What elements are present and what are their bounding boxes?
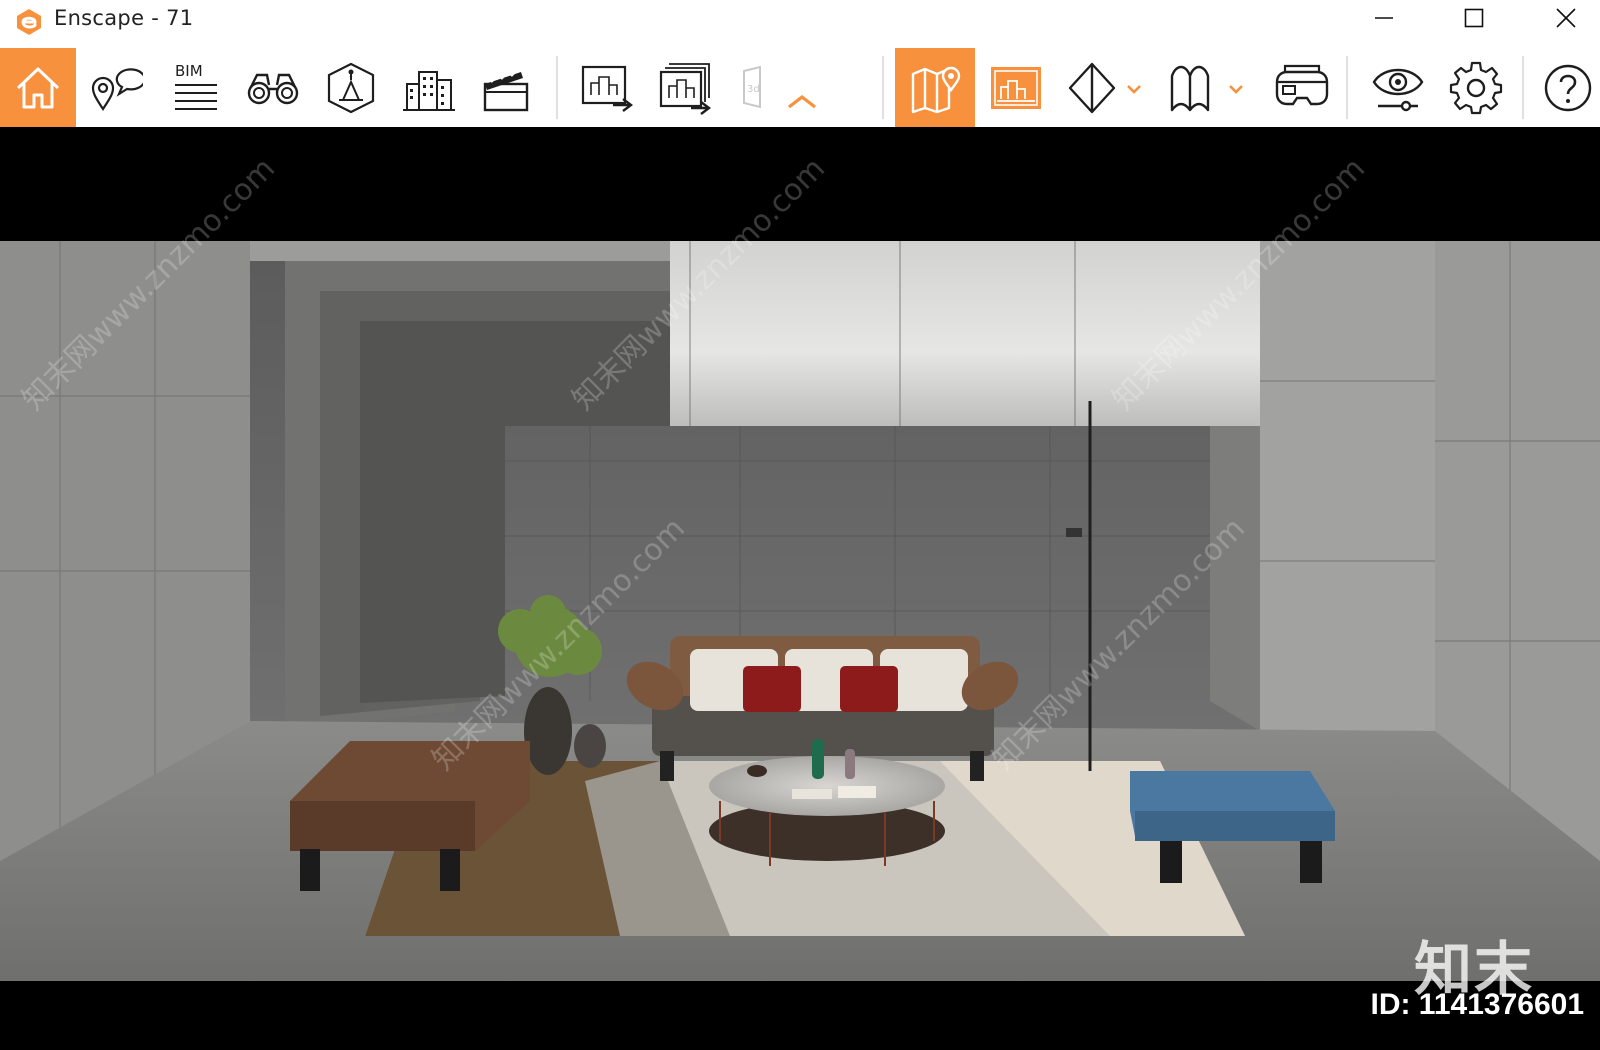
render-viewport[interactable]: 知末网www.znzmo.com 知末网www.znzmo.com 知末网www… <box>0 127 1600 1050</box>
location-chat-icon <box>91 67 143 111</box>
diamond-section-icon <box>1068 62 1141 113</box>
collapse-toolbar-button[interactable] <box>782 48 822 127</box>
views-button[interactable] <box>84 48 148 127</box>
toolbar-separator <box>1522 56 1524 119</box>
video-editor-button[interactable] <box>474 48 540 127</box>
bim-label: BIM <box>175 62 203 80</box>
buildings-icon <box>403 70 455 111</box>
settings-button[interactable] <box>1440 48 1512 127</box>
close-button[interactable] <box>1536 0 1596 36</box>
home-icon <box>16 67 60 108</box>
maximize-icon <box>1464 8 1484 28</box>
rendered-scene <box>0 241 1600 981</box>
map-button[interactable] <box>895 48 975 127</box>
main-toolbar: BIM 3d <box>0 48 1600 128</box>
title-bar: Enscape - 71 <box>0 0 1600 48</box>
export-3d-button[interactable]: 3d <box>734 48 772 127</box>
export-image-button[interactable] <box>574 48 642 127</box>
minimap-icon <box>991 66 1041 109</box>
minimize-button[interactable] <box>1354 0 1414 36</box>
panorama-icon <box>1170 65 1243 111</box>
chevron-up-icon <box>788 94 816 108</box>
svg-text:3d: 3d <box>747 84 760 95</box>
panorama-button[interactable] <box>1164 48 1254 127</box>
toolbar-separator <box>1346 56 1348 119</box>
close-icon <box>1556 8 1576 28</box>
minimize-icon <box>1375 17 1393 19</box>
visual-settings-button[interactable] <box>1362 48 1434 127</box>
maximize-button[interactable] <box>1444 0 1504 36</box>
vr-headset-button[interactable] <box>1266 48 1338 127</box>
buildings-button[interactable] <box>396 48 462 127</box>
help-button[interactable] <box>1536 48 1600 127</box>
help-icon <box>1544 64 1592 111</box>
bim-icon: BIM <box>175 62 217 110</box>
batch-export-icon <box>659 62 711 115</box>
watermark-id: ID: 1141376601 <box>1370 988 1584 1021</box>
map-icon <box>911 66 961 113</box>
bim-info-button[interactable]: BIM <box>160 48 226 127</box>
window-title: Enscape - 71 <box>54 6 194 30</box>
export-3d-icon: 3d <box>743 65 761 108</box>
asset-cube-icon <box>327 62 375 113</box>
enscape-logo-icon <box>17 9 41 35</box>
minimap-button[interactable] <box>980 48 1052 127</box>
eye-slider-icon <box>1372 68 1424 111</box>
toolbar-separator <box>882 56 884 119</box>
vr-headset-icon <box>1275 64 1329 105</box>
asset-library-button[interactable] <box>318 48 384 127</box>
toolbar-separator <box>556 56 558 119</box>
export-image-icon <box>581 65 633 112</box>
binoculars-button[interactable] <box>240 48 306 127</box>
clapperboard-icon <box>483 68 529 111</box>
gear-icon <box>1449 61 1503 114</box>
section-button[interactable] <box>1064 48 1150 127</box>
binoculars-icon <box>247 73 299 104</box>
batch-export-button[interactable] <box>654 48 722 127</box>
home-button[interactable] <box>0 48 76 127</box>
